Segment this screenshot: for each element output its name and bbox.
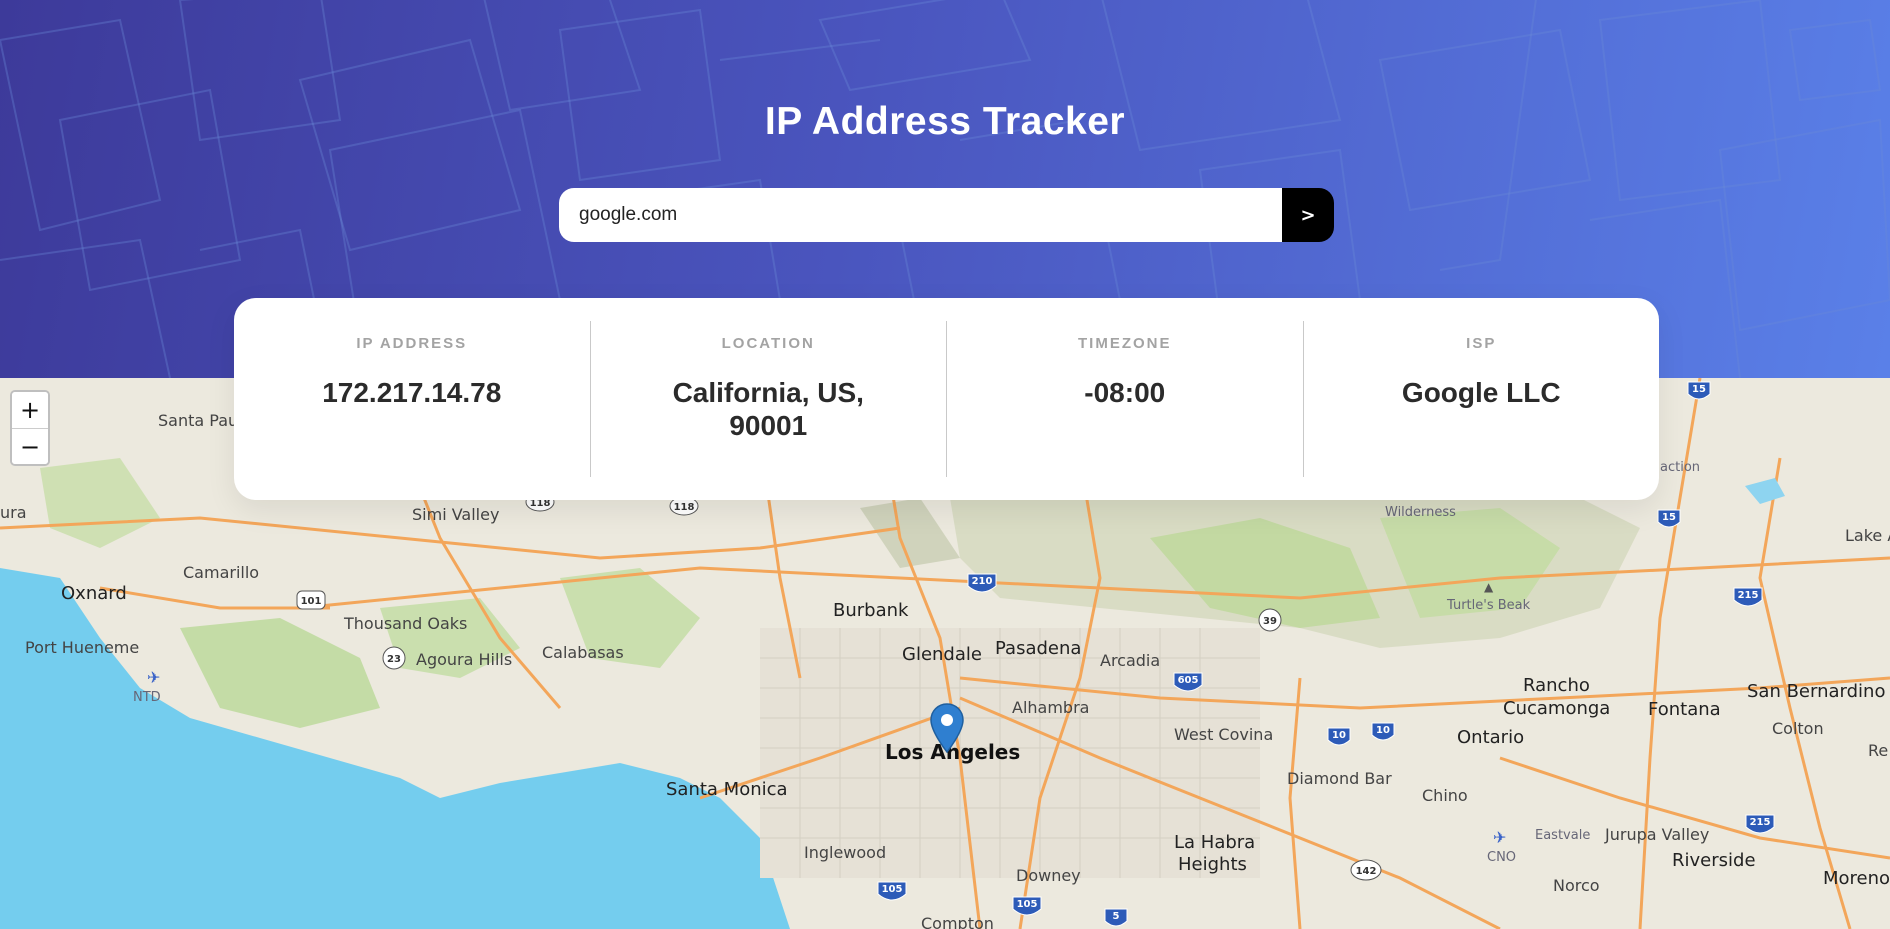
shield-215b: 215 [1745,814,1775,834]
shield-101: 101 [296,590,326,610]
airport-icon: ✈ [1493,828,1506,847]
svg-text:105: 105 [1017,899,1038,910]
ip-address-label: IP ADDRESS [356,335,468,352]
isp-label: ISP [1466,335,1497,352]
svg-text:10: 10 [1332,730,1346,741]
location-value: California, US, 90001 [672,377,864,441]
svg-text:23: 23 [387,654,401,665]
search-bar: > [559,188,1334,242]
search-input[interactable] [559,188,1282,242]
shield-210: 210 [967,573,997,593]
submit-button[interactable]: > [1282,188,1334,242]
shield-142: 142 [1350,859,1382,881]
peak-icon: ▲ [1484,580,1494,594]
location-label: LOCATION [721,335,815,352]
svg-text:5: 5 [1113,911,1120,922]
zoom-control: + − [10,390,50,466]
svg-text:142: 142 [1356,866,1377,877]
shield-15b: 15 [1657,509,1681,528]
shield-605: 605 [1173,672,1203,692]
shield-105b: 105 [1012,896,1042,916]
svg-text:10: 10 [1376,725,1390,736]
ip-address-cell: IP ADDRESS 172.217.14.78 [234,321,591,477]
shield-39: 39 [1258,608,1282,632]
svg-text:215: 215 [1750,817,1771,828]
svg-text:39: 39 [1263,616,1277,627]
svg-text:15: 15 [1692,384,1706,395]
timezone-value: -08:00 [1084,377,1166,408]
shield-105a: 105 [877,881,907,901]
svg-text:605: 605 [1178,675,1199,686]
shield-5: 5 [1104,908,1128,927]
svg-text:118: 118 [674,502,695,513]
timezone-label: TIMEZONE [1078,335,1172,352]
shield-215a: 215 [1733,587,1763,607]
shield-10a: 10 [1327,727,1351,746]
location-cell: LOCATION California, US, 90001 [591,321,947,477]
zoom-in-button[interactable]: + [12,392,48,428]
svg-text:210: 210 [972,576,993,587]
isp-value: Google LLC [1401,377,1561,408]
timezone-cell: TIMEZONE -08:00 [947,321,1304,477]
ip-address-value: 172.217.14.78 [322,377,502,408]
isp-cell: ISP Google LLC [1304,321,1660,477]
svg-text:15: 15 [1662,512,1676,523]
svg-text:105: 105 [882,884,903,895]
info-card: IP ADDRESS 172.217.14.78 LOCATION Califo… [234,298,1659,500]
shield-10b: 10 [1371,722,1395,741]
airport-icon: ✈ [147,668,160,687]
svg-text:215: 215 [1738,590,1759,601]
zoom-out-button[interactable]: − [12,428,48,464]
location-marker-icon[interactable] [930,703,964,753]
svg-text:101: 101 [301,596,322,607]
shield-15a: 15 [1687,381,1711,400]
shield-23: 23 [382,646,406,670]
page-title: IP Address Tracker [764,100,1126,143]
